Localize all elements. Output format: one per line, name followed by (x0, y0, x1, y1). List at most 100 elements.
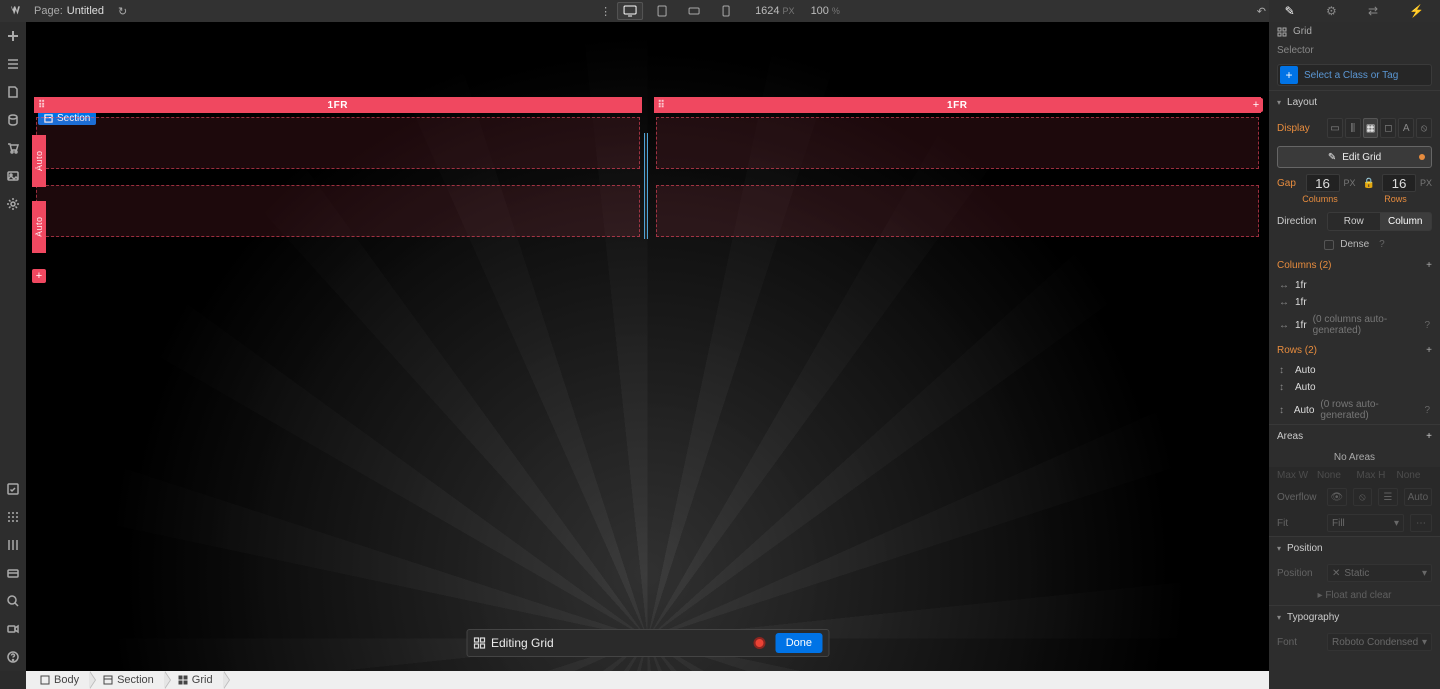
grid-cell[interactable] (656, 117, 1260, 169)
breakpoint-mobile-button[interactable] (713, 2, 739, 20)
help-icon[interactable]: ? (1424, 405, 1430, 416)
gap-rows-input[interactable] (1382, 174, 1416, 192)
add-row-icon[interactable]: + (1426, 345, 1432, 356)
grid-cell[interactable] (36, 185, 640, 237)
drag-handle-icon[interactable]: ↕ (1279, 365, 1289, 376)
display-row: Display ▭ ⫼ ▦ ◻ A ⦸ (1269, 114, 1440, 142)
row-item-2[interactable]: ↕Auto (1269, 379, 1440, 396)
position-section-head[interactable]: ▾Position (1269, 536, 1440, 560)
dense-checkbox[interactable] (1324, 240, 1334, 250)
grid-overlay-button[interactable] (0, 503, 26, 531)
direction-row-button[interactable]: Row (1328, 213, 1380, 230)
areas-head[interactable]: Areas+ (1269, 424, 1440, 448)
overflow-hidden-button[interactable]: ⦸ (1353, 488, 1373, 506)
help-icon[interactable]: ? (1379, 239, 1385, 250)
breakpoint-tablet-button[interactable] (649, 2, 675, 20)
display-flex-button[interactable]: ⫼ (1345, 118, 1361, 138)
undo-icon[interactable]: ↶ (1257, 5, 1266, 18)
help-icon[interactable]: ? (1424, 320, 1430, 331)
breadcrumb-body[interactable]: Body (26, 671, 89, 689)
audits-button[interactable] (0, 475, 26, 503)
gap-columns-input[interactable] (1306, 174, 1340, 192)
help-button[interactable] (0, 643, 26, 671)
search-button[interactable] (0, 587, 26, 615)
modified-indicator-icon (1419, 154, 1425, 160)
zoom-value[interactable]: 100% (811, 5, 840, 17)
fit-select[interactable]: Fill▾ (1327, 514, 1404, 532)
reload-icon[interactable]: ↻ (118, 5, 127, 18)
more-vertical-icon[interactable]: ⋮ (600, 5, 611, 18)
webflow-logo-icon[interactable] (8, 2, 26, 20)
overflow-auto-button[interactable]: Auto (1404, 488, 1432, 506)
row-item-1[interactable]: ↕Auto (1269, 362, 1440, 379)
display-grid-button[interactable]: ▦ (1363, 118, 1379, 138)
effects-tab-icon[interactable]: ⚡ (1409, 4, 1424, 18)
fit-more-button[interactable]: ⋯ (1410, 514, 1432, 532)
typography-section-head[interactable]: ▾Typography (1269, 605, 1440, 629)
column-item-2[interactable]: ↔1fr (1269, 294, 1440, 311)
ecommerce-button[interactable] (0, 134, 26, 162)
edit-grid-button[interactable]: ✎ Edit Grid (1277, 146, 1432, 168)
column-item-1[interactable]: ↔1fr (1269, 277, 1440, 294)
done-button[interactable]: Done (776, 633, 822, 653)
canvas-width-value[interactable]: 1624PX (755, 5, 795, 17)
breadcrumb-grid[interactable]: Grid (164, 671, 223, 689)
assets-button[interactable] (0, 162, 26, 190)
drag-handle-icon[interactable]: ↕ (1279, 405, 1288, 416)
guides-button[interactable] (0, 531, 26, 559)
cms-button[interactable] (0, 106, 26, 134)
position-select[interactable]: ✕Static▾ (1327, 564, 1432, 582)
drag-handle-icon[interactable]: ↔ (1279, 297, 1289, 308)
grid-cell[interactable] (36, 117, 640, 169)
settings-button[interactable] (0, 190, 26, 218)
row-auto-item[interactable]: ↕Auto (0 rows auto-generated)? (1269, 396, 1440, 424)
add-column-icon[interactable]: + (1426, 260, 1432, 271)
dense-row[interactable]: Dense ? (1269, 235, 1440, 254)
column-header-1[interactable]: ⠿1FR (34, 97, 642, 113)
close-icon[interactable]: ✕ (1332, 568, 1340, 579)
overflow-visible-button[interactable]: 👁 (1327, 488, 1347, 506)
drag-handle-icon[interactable]: ↔ (1279, 280, 1289, 291)
canvas[interactable]: Section ⠿1FR ⠿1FR + Auto Auto + (26, 22, 1269, 671)
layout-section-head[interactable]: ▾Layout (1269, 90, 1440, 114)
pages-button[interactable] (0, 78, 26, 106)
columns-list-head[interactable]: Columns (2)+ (1269, 254, 1440, 277)
display-inline-block-button[interactable]: ◻ (1380, 118, 1396, 138)
add-area-icon[interactable]: + (1426, 431, 1432, 442)
column-auto-item[interactable]: ↔1fr (0 columns auto-generated)? (1269, 311, 1440, 339)
column-gap-indicator[interactable] (644, 133, 648, 239)
display-none-button[interactable]: ⦸ (1416, 118, 1432, 138)
font-select[interactable]: Roboto Condensed▾ (1327, 633, 1432, 651)
display-inline-button[interactable]: A (1398, 118, 1414, 138)
element-breadcrumb[interactable]: Grid (1269, 22, 1440, 41)
max-width-row[interactable]: Max WNoneMax HNone (1269, 467, 1440, 484)
lock-icon[interactable]: 🔒 (1360, 178, 1378, 189)
interactions-tab-icon[interactable]: ⇄ (1368, 4, 1378, 18)
direction-column-button[interactable]: Column (1380, 213, 1432, 230)
style-tab-icon[interactable]: ✎ (1285, 4, 1295, 18)
settings-tab-icon[interactable]: ⚙ (1326, 4, 1337, 18)
add-class-icon[interactable]: + (1280, 66, 1298, 84)
float-clear-toggle[interactable]: ▸ Float and clear (1269, 586, 1440, 605)
navigator-button[interactable] (0, 50, 26, 78)
grid-cell[interactable] (656, 185, 1260, 237)
drag-handle-icon[interactable]: ↔ (1279, 320, 1289, 331)
column-header-2[interactable]: ⠿1FR (654, 97, 1262, 113)
breadcrumb-section[interactable]: Section (89, 671, 164, 689)
backup-button[interactable] (0, 559, 26, 587)
overflow-scroll-button[interactable]: ☰ (1378, 488, 1398, 506)
breakpoint-landscape-button[interactable] (681, 2, 707, 20)
video-button[interactable] (0, 615, 26, 643)
page-name[interactable]: Untitled (67, 5, 104, 17)
style-panel: Grid Selector + Select a Class or Tag ▾L… (1269, 22, 1440, 689)
rows-list-head[interactable]: Rows (2)+ (1269, 339, 1440, 362)
grip-icon[interactable]: ⠿ (658, 100, 666, 111)
add-row-button[interactable]: + (32, 269, 46, 283)
add-column-button[interactable]: + (1249, 98, 1263, 112)
selector-input[interactable]: + Select a Class or Tag (1277, 64, 1432, 86)
grip-icon[interactable]: ⠿ (38, 100, 46, 111)
add-element-button[interactable] (0, 22, 26, 50)
drag-handle-icon[interactable]: ↕ (1279, 382, 1289, 393)
breakpoint-desktop-button[interactable] (617, 2, 643, 20)
display-block-button[interactable]: ▭ (1327, 118, 1343, 138)
